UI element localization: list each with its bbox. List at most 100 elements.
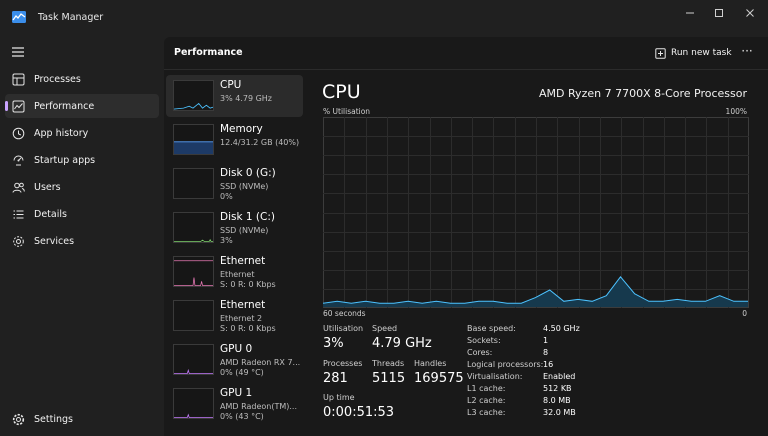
gear-icon <box>11 412 25 426</box>
spec-value: 512 KB <box>543 384 572 393</box>
sidebar-item-label: Settings <box>34 413 73 425</box>
speed-label: Speed <box>372 324 398 333</box>
users-icon <box>11 180 25 194</box>
device-item-gpu-1[interactable]: GPU 1 AMD Radeon(TM)... 0% (43 °C) <box>166 383 303 425</box>
device-detail: SSD (NVMe) <box>220 182 269 191</box>
device-name: Ethernet <box>220 299 266 311</box>
device-item-disk-1[interactable]: Disk 1 (C:) SSD (NVMe) 3% <box>166 207 303 249</box>
threads-value: 5115 <box>372 371 406 386</box>
sidebar-item-label: Users <box>34 181 61 193</box>
run-task-icon <box>655 47 666 59</box>
spec-label: L3 cache: <box>467 408 506 417</box>
sidebar-item-label: App history <box>34 127 89 139</box>
page-title: Performance <box>174 47 243 58</box>
handles-label: Handles <box>414 359 447 368</box>
more-options-icon[interactable]: ··· <box>739 42 755 60</box>
device-list: CPU 3% 4.79 GHz Memory 12.4/31.2 GB (40%… <box>164 73 304 436</box>
device-detail-2: 0% <box>220 192 233 201</box>
sidebar-item-label: Details <box>34 208 67 220</box>
startup-apps-icon <box>11 153 25 167</box>
threads-label: Threads <box>372 359 405 368</box>
main-panel: Performance Run new task ··· CPU 3% 4.79… <box>164 37 768 436</box>
sidebar-item-label: Performance <box>34 100 95 112</box>
sidebar-item-startup-apps[interactable]: Startup apps <box>5 148 159 172</box>
min-axis-label: 0 <box>742 309 747 318</box>
utilisation-axis-label: % Utilisation <box>323 107 371 116</box>
title-bar: Task Manager <box>0 0 768 36</box>
device-detail: Ethernet <box>220 270 255 279</box>
device-detail: AMD Radeon RX 7... <box>220 358 301 367</box>
device-detail: 12.4/31.2 GB (40%) <box>220 138 300 147</box>
run-new-task-button[interactable]: Run new task <box>655 45 732 61</box>
ethernet-thumbnail <box>173 256 214 287</box>
gpu-0-thumbnail <box>173 344 214 375</box>
device-item-gpu-0[interactable]: GPU 0 AMD Radeon RX 7... 0% (49 °C) <box>166 339 303 381</box>
memory-thumbnail <box>173 124 214 155</box>
cpu-thumbnail <box>173 80 214 111</box>
device-name: Memory <box>220 123 263 135</box>
device-detail: AMD Radeon(TM)... <box>220 402 297 411</box>
disk-1-thumbnail <box>173 212 214 243</box>
utilisation-label: Utilisation <box>323 324 364 333</box>
sidebar-item-app-history[interactable]: App history <box>5 121 159 145</box>
uptime-value: 0:00:51:53 <box>323 405 395 420</box>
device-item-disk-0[interactable]: Disk 0 (G:) SSD (NVMe) 0% <box>166 163 303 205</box>
maximize-icon[interactable] <box>710 7 728 25</box>
spec-label: Sockets: <box>467 336 501 345</box>
sidebar-item-details[interactable]: Details <box>5 202 159 226</box>
device-detail-2: 3% <box>220 236 233 245</box>
sidebar-item-processes[interactable]: Processes <box>5 67 159 91</box>
spec-value: 8 <box>543 348 549 357</box>
device-item-cpu[interactable]: CPU 3% 4.79 GHz <box>166 75 303 117</box>
spec-label: Logical processors: <box>467 360 544 369</box>
disk-0-thumbnail <box>173 168 214 199</box>
spec-value: Enabled <box>543 372 576 381</box>
spec-label: L1 cache: <box>467 384 506 393</box>
window-title: Task Manager <box>38 12 104 23</box>
processes-icon <box>11 72 25 86</box>
device-item-ethernet[interactable]: Ethernet Ethernet S: 0 R: 0 Kbps <box>166 251 303 293</box>
close-icon[interactable] <box>741 7 759 25</box>
device-detail: Ethernet 2 <box>220 314 263 323</box>
hamburger-icon[interactable] <box>10 44 26 60</box>
device-detail: 3% 4.79 GHz <box>220 94 273 103</box>
run-new-task-label: Run new task <box>671 48 732 58</box>
sidebar-item-label: Startup apps <box>34 154 96 166</box>
device-name: Disk 1 (C:) <box>220 211 275 223</box>
handles-value: 169575 <box>414 371 464 386</box>
performance-icon <box>11 99 25 113</box>
device-name: CPU <box>220 79 242 91</box>
device-detail-2: 0% (43 °C) <box>220 412 264 421</box>
device-name: Disk 0 (G:) <box>220 167 276 179</box>
time-axis-label: 60 seconds <box>323 309 366 318</box>
sidebar-item-label: Services <box>34 235 75 247</box>
speed-value: 4.79 GHz <box>372 336 432 351</box>
spec-value: 4.50 GHz <box>543 324 580 333</box>
sidebar-item-performance[interactable]: Performance <box>5 94 159 118</box>
device-detail: SSD (NVMe) <box>220 226 269 235</box>
sidebar-item-users[interactable]: Users <box>5 175 159 199</box>
device-detail-2: S: 0 R: 0 Kbps <box>220 324 276 333</box>
processes-value: 281 <box>323 371 348 386</box>
device-item-ethernet-2[interactable]: Ethernet Ethernet 2 S: 0 R: 0 Kbps <box>166 295 303 337</box>
max-axis-label: 100% <box>725 107 747 116</box>
task-manager-icon <box>12 11 26 23</box>
spec-value: 1 <box>543 336 549 345</box>
spec-label: Base speed: <box>467 324 516 333</box>
device-item-memory[interactable]: Memory 12.4/31.2 GB (40%) <box>166 119 303 161</box>
sidebar-item-label: Processes <box>34 73 81 85</box>
device-detail-2: S: 0 R: 0 Kbps <box>220 280 276 289</box>
device-detail-2: 0% (49 °C) <box>220 368 264 377</box>
spec-label: Cores: <box>467 348 493 357</box>
sidebar-item-services[interactable]: Services <box>5 229 159 253</box>
details-icon <box>11 207 25 221</box>
sidebar-item-settings[interactable]: Settings <box>5 407 159 431</box>
spec-value: 8.0 MB <box>543 396 571 405</box>
device-name: GPU 1 <box>220 387 253 399</box>
spec-value: 16 <box>543 360 554 369</box>
minimize-icon[interactable] <box>681 7 699 25</box>
detail-title: CPU <box>322 81 361 103</box>
app-history-icon <box>11 126 25 140</box>
spec-label: L2 cache: <box>467 396 506 405</box>
ethernet-2-thumbnail <box>173 300 214 331</box>
